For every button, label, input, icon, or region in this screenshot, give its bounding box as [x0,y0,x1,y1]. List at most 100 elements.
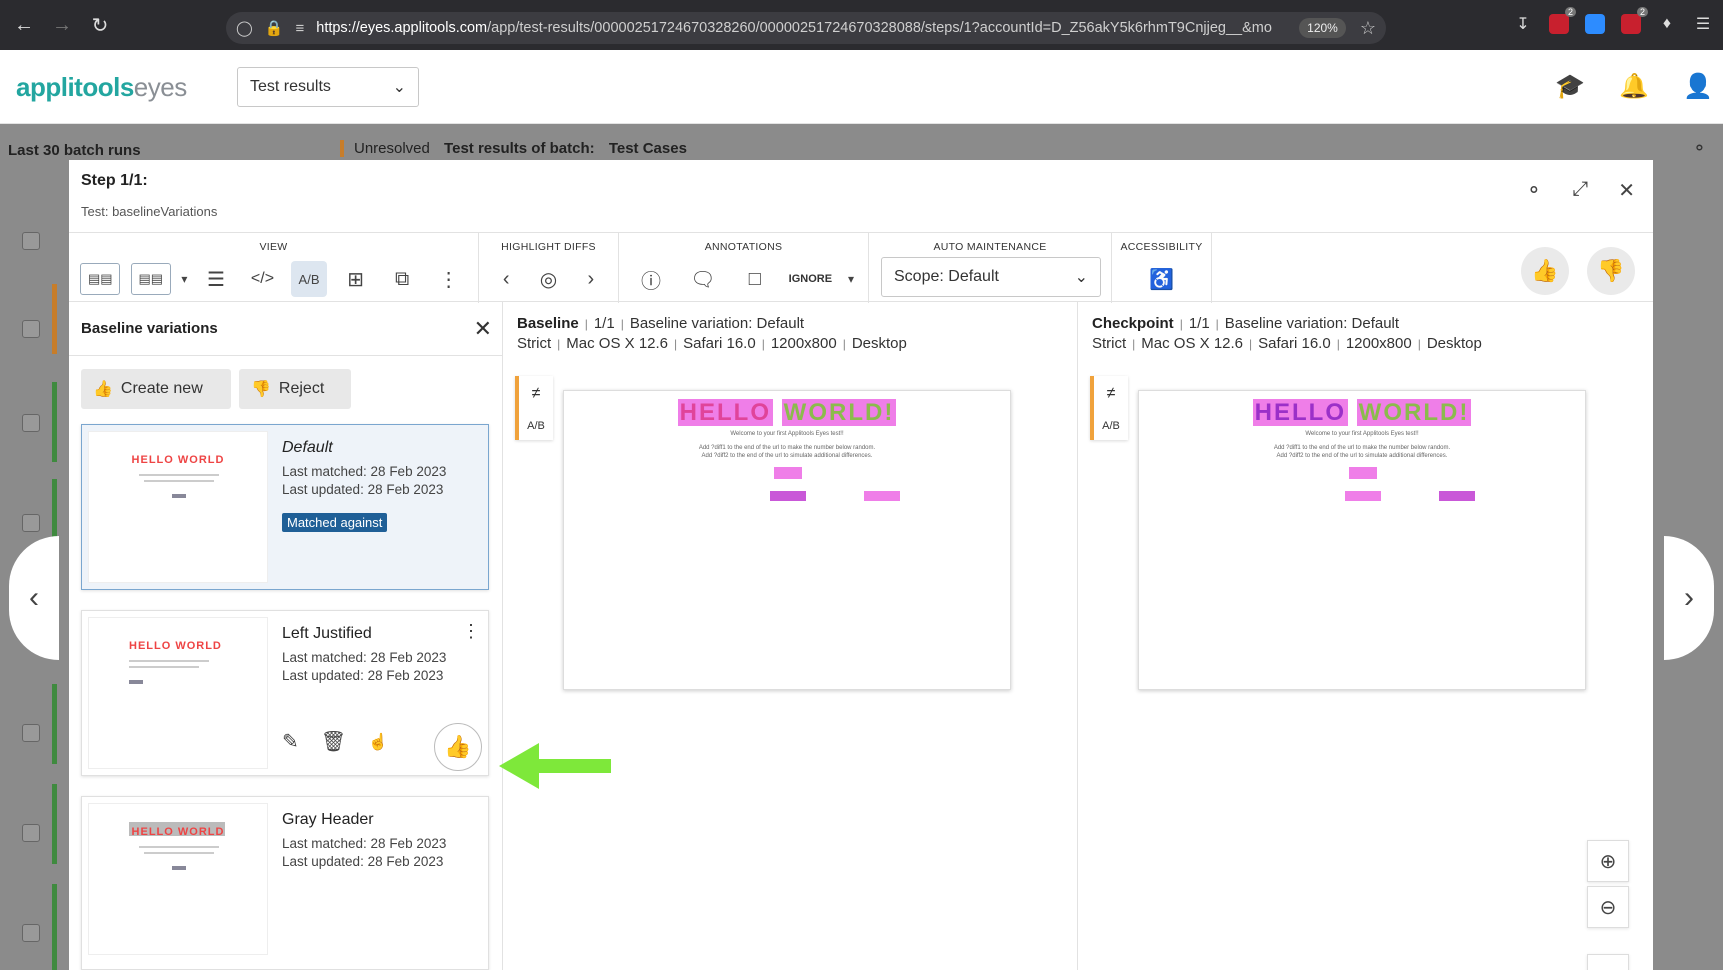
row-checkbox[interactable] [22,924,40,942]
ab-variation-icon[interactable]: A/B [291,261,328,297]
baseline-pane: Baseline | 1/1 | Baseline variation: Default… [503,302,1077,970]
graduation-cap-icon[interactable]: 🎓 [1555,72,1585,101]
viewport-size: 1200x800 [1345,335,1412,352]
browser-toolbar: ← → ↻ ◯ 🔒 ≡ https://eyes.applitools.com/… [0,0,1723,50]
scope-value: Scope: Default [894,268,999,285]
menu-icon[interactable]: ☰ [1693,14,1713,34]
region-copy-icon[interactable]: ⧉ [384,261,420,297]
applitools-logo[interactable]: applitoolseyes [16,72,187,103]
diff-region [1439,491,1475,501]
row-checkbox[interactable] [22,724,40,742]
world-text: WORLD! [781,399,897,426]
world-text: WORLD! [1356,399,1472,426]
forward-icon[interactable]: → [48,11,76,39]
zoom-out-button[interactable]: ⊖ [1587,886,1629,928]
diff-toggle-icon[interactable]: ≠ [1107,385,1116,403]
puzzle-icon[interactable]: ♦ [1657,14,1677,34]
reject-label: Reject [278,380,325,397]
reject-button[interactable]: 👎 Reject [239,369,351,409]
zoom-in-button[interactable]: ⊕ [1587,840,1629,882]
view-dropdown-icon[interactable]: ▾ [181,272,187,286]
instruction-line: Add ?diff1 to the end of the url to make… [698,445,876,451]
row-checkbox[interactable] [22,514,40,532]
compare-view-icon[interactable]: ▤▤ [130,263,171,295]
diff-toggle-icon[interactable]: ≠ [532,385,541,403]
baseline-side-tools: ≠ A/B [515,376,553,440]
site-settings-icon[interactable]: ≡ [295,20,304,37]
zoom-level[interactable]: 120% [1299,18,1346,38]
prev-diff-icon[interactable]: ‹ [488,261,524,297]
baseline-count: 1/1 [593,315,615,332]
extension-icon-2[interactable]: 2 [1621,7,1648,34]
extension-badge-2: 2 [1636,7,1648,17]
side-by-side-icon[interactable]: ▤▤ [80,263,121,295]
back-icon[interactable]: ← [10,11,38,39]
diff-region [770,491,806,501]
address-bar[interactable]: ◯ 🔒 ≡ https://eyes.applitools.com/app/te… [226,12,1386,44]
status-bar [52,382,57,462]
accessibility-icon[interactable]: ♿ [1144,261,1180,297]
zoom-extension-icon[interactable] [1585,14,1605,34]
screenshot-title: HELLO WORLD! [564,399,1010,427]
extension-icon[interactable]: 2 [1549,7,1576,34]
more-options-icon[interactable]: ⋮ [462,621,480,642]
ab-icon[interactable]: A/B [527,420,545,432]
share-icon[interactable]: ⚬ [1525,178,1542,203]
close-icon[interactable]: ✕ [1618,178,1635,203]
share-icon[interactable]: ⚬ [1692,138,1707,159]
issue-icon[interactable]: ⓘ [633,261,669,297]
row-checkbox[interactable] [22,824,40,842]
variation-card-gray-header[interactable]: HELLO WORLD Gray Header Last matched: 28… [81,796,489,970]
device: Desktop [1426,335,1482,352]
variation-thumbnail: HELLO WORLD [88,617,268,769]
checkpoint-screenshot[interactable]: HELLO WORLD! Welcome to your first Appli… [1138,390,1586,690]
trash-icon[interactable]: 🗑 [321,729,346,754]
variation-name: Gray Header [282,811,374,828]
annotation-dropdown-icon[interactable]: ▾ [848,272,854,286]
thumb-hello: HELLO WORLD [131,454,225,466]
browser: Safari 16.0 [683,335,756,352]
match-against-button[interactable]: 👍 [434,723,482,771]
edit-pencil-icon[interactable]: ✎ [282,729,299,754]
variation-card-left-justified[interactable]: HELLO WORLD Left Justified Last matched:… [81,610,489,776]
instruction-line: Add ?diff1 to the end of the url to make… [1273,445,1451,451]
thumbs-up-plus-icon: 👍 [93,381,113,398]
layers-icon[interactable]: ☰ [198,261,234,297]
ab-icon[interactable]: A/B [1102,420,1120,432]
last-updated: Last updated: 28 Feb 2023 [282,482,444,497]
more-options-icon[interactable]: ⋮ [431,261,467,297]
row-checkbox[interactable] [22,414,40,432]
scope-select[interactable]: Scope: Default ⌄ [881,257,1101,297]
last-updated: Last updated: 28 Feb 2023 [282,854,444,869]
baseline-screenshot[interactable]: HELLO WORLD! Welcome to your first Appli… [563,390,1011,690]
ignore-region-icon[interactable]: □ [737,261,773,297]
create-new-button[interactable]: 👍 Create new [81,369,231,409]
browser: Safari 16.0 [1258,335,1331,352]
comment-icon[interactable]: 🗨 [685,261,721,297]
target-icon[interactable]: ◎ [530,261,566,297]
next-diff-icon[interactable]: › [573,261,609,297]
reject-step-button[interactable]: 👎 [1587,247,1635,295]
code-icon[interactable]: </> [244,261,280,297]
row-checkbox[interactable] [22,232,40,250]
fit-width-button[interactable]: |↔| [1587,954,1629,970]
section-select[interactable]: Test results ⌄ [237,67,419,107]
close-panel-icon[interactable]: ✕ [474,316,492,342]
user-settings-icon[interactable]: 👤 [1683,72,1713,101]
bookmark-star-icon[interactable]: ☆ [1360,18,1376,39]
accept-step-button[interactable]: 👍 [1521,247,1569,295]
minus-icon: ⊖ [1599,896,1617,919]
expand-icon[interactable]: ⤢ [1572,178,1588,203]
panel-title: Baseline variations [81,320,218,337]
url-text[interactable]: https://eyes.applitools.com/app/test-res… [316,20,1291,36]
download-icon[interactable]: ↧ [1513,14,1533,34]
variation-card-default[interactable]: HELLO WORLD Default Last matched: 28 Feb… [81,424,489,590]
ignore-label[interactable]: IGNORE [789,273,832,285]
row-checkbox[interactable] [22,320,40,338]
logo-product: eyes [133,72,187,102]
crop-icon[interactable]: ⊞ [338,261,374,297]
bell-icon[interactable]: 🔔 [1619,72,1649,101]
green-arrow-annotation [499,743,611,789]
thumbs-down-icon: 👎 [1597,258,1625,283]
reload-icon[interactable]: ↻ [86,11,114,39]
